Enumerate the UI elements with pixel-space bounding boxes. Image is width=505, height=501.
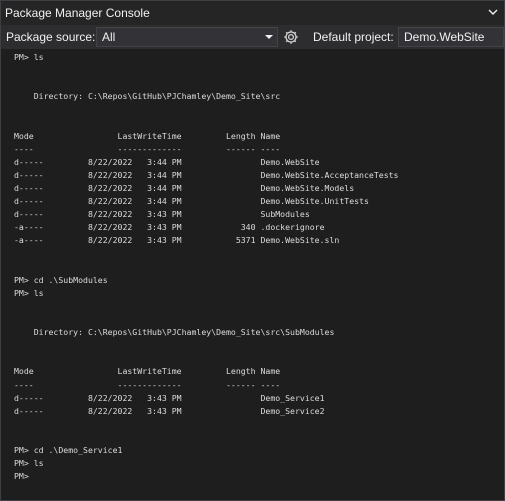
package-manager-console-window: Package Manager Console Package source: … xyxy=(0,0,505,501)
console-line: Mode LastWriteTime Length Name xyxy=(14,130,281,141)
default-project-value: Demo.WebSite xyxy=(404,30,485,44)
console-line: -a---- 8/22/2022 3:43 PM 5371 Demo.WebSi… xyxy=(14,235,340,246)
console-line: ---- ------------- ------ ---- xyxy=(14,379,281,390)
default-project-dropdown[interactable]: Demo.WebSite xyxy=(398,27,504,47)
console-line: PM> ls xyxy=(14,287,44,298)
gear-icon[interactable] xyxy=(282,28,300,46)
console-line: d----- 8/22/2022 3:44 PM Demo.WebSite.Ac… xyxy=(14,169,399,180)
console-line: d----- 8/22/2022 3:43 PM Demo_Service1 xyxy=(14,392,325,403)
window-title: Package Manager Console xyxy=(5,6,150,20)
console-line: Mode LastWriteTime Length Name xyxy=(14,366,281,377)
package-source-dropdown[interactable]: All xyxy=(96,27,278,47)
console-line: Directory: C:\Repos\GitHub\PJChamley\Dem… xyxy=(14,327,335,338)
dropdown-arrow-icon xyxy=(265,35,273,39)
console-line: PM> cd .\Demo_Service1 xyxy=(14,445,123,455)
console-line: d----- 8/22/2022 3:44 PM Demo.WebSite xyxy=(14,156,320,167)
package-source-value: All xyxy=(102,30,116,44)
console-line: d----- 8/22/2022 3:43 PM SubModules xyxy=(14,209,310,220)
console-line: -a---- 8/22/2022 3:43 PM 340 .dockerigno… xyxy=(14,222,325,233)
console-line: ---- ------------- ------ ---- xyxy=(14,143,281,154)
title-bar: Package Manager Console xyxy=(1,1,504,25)
vertical-scrollbar[interactable] xyxy=(500,49,504,500)
console-output[interactable]: PM> ls Directory: C:\Repos\GitHub\PJCham… xyxy=(1,49,504,500)
default-project-label: Default project: xyxy=(313,30,394,44)
console-line: d----- 8/22/2022 3:44 PM Demo.WebSite.Mo… xyxy=(14,183,355,193)
console-line: PM> ls xyxy=(14,52,44,62)
console-line: d----- 8/22/2022 3:44 PM Demo.WebSite.Un… xyxy=(14,196,369,207)
console-line: PM> ls xyxy=(14,458,44,469)
console-line: Directory: C:\Repos\GitHub\PJChamley\Dem… xyxy=(14,91,281,102)
console-line: d----- 8/22/2022 3:43 PM Demo_Service2 xyxy=(14,405,325,416)
console-line: PM> xyxy=(14,471,29,482)
toolbar: Package source: All Default project: Dem… xyxy=(1,25,504,69)
console-line: PM> cd .\SubModules xyxy=(14,274,108,285)
package-source-label: Package source: xyxy=(6,30,96,44)
chevron-down-icon[interactable] xyxy=(486,5,500,19)
